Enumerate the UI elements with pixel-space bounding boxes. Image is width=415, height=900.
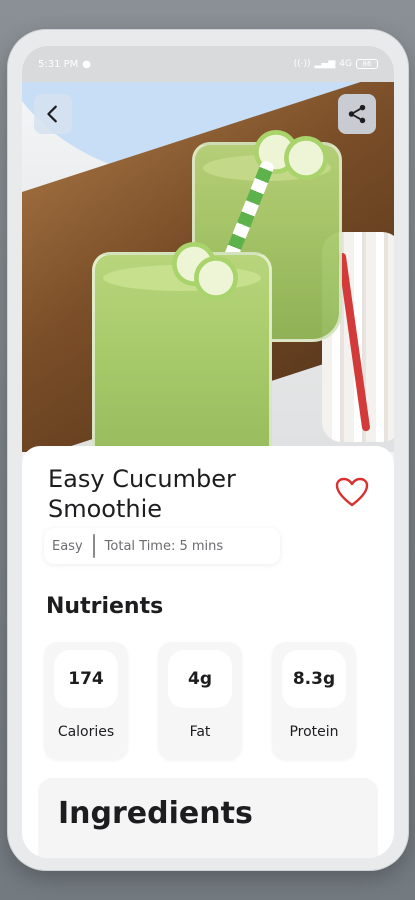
recipe-details-card: Easy Cucumber Smoothie Easy Total Time: … <box>22 446 394 858</box>
ingredients-section: Ingredients <box>38 778 378 858</box>
share-button[interactable] <box>338 94 376 134</box>
nutrient-card-calories: 174 Calories <box>44 642 128 760</box>
nutrient-label: Fat <box>189 724 211 740</box>
signal-icon: ▂▄▆ <box>314 59 336 69</box>
hotspot-icon: ((·)) <box>293 59 311 69</box>
clock: 5:31 PM <box>38 58 79 70</box>
nutrients-heading: Nutrients <box>46 594 164 619</box>
total-time-label: Total Time: 5 mins <box>104 538 224 554</box>
recipe-title: Easy Cucumber Smoothie <box>48 465 236 523</box>
chip-divider <box>92 534 95 558</box>
battery-icon: 86 <box>356 59 378 69</box>
network-label: 4G <box>339 59 352 69</box>
share-icon <box>348 104 366 124</box>
recipe-meta-chip: Easy Total Time: 5 mins <box>44 528 280 564</box>
chevron-left-icon <box>47 105 57 123</box>
status-bar: 5:31 PM ● ((·)) ▂▄▆ 4G 86 <box>22 46 394 82</box>
nutrient-value: 174 <box>54 650 118 708</box>
ingredients-heading: Ingredients <box>58 796 253 831</box>
recipe-hero-image <box>22 82 394 452</box>
difficulty-label: Easy <box>52 538 83 554</box>
app-screen: 5:31 PM ● ((·)) ▂▄▆ 4G 86 Easy Cucumber … <box>22 46 394 858</box>
nutrient-value: 4g <box>168 650 232 708</box>
heart-outline-icon <box>335 477 369 507</box>
nutrient-label: Protein <box>289 724 339 740</box>
nutrient-card-fat: 4g Fat <box>158 642 242 760</box>
cucumber-slice <box>284 136 328 180</box>
back-button[interactable] <box>34 94 72 134</box>
cucumber-slice <box>194 256 238 300</box>
favorite-button[interactable] <box>334 476 370 508</box>
status-time: 5:31 PM ● <box>38 59 91 70</box>
message-icon: ● <box>82 58 92 70</box>
nutrient-card-protein: 8.3g Protein <box>272 642 356 760</box>
nutrient-value: 8.3g <box>282 650 346 708</box>
status-icons: ((·)) ▂▄▆ 4G 86 <box>294 59 378 69</box>
nutrient-label: Calories <box>57 724 115 740</box>
